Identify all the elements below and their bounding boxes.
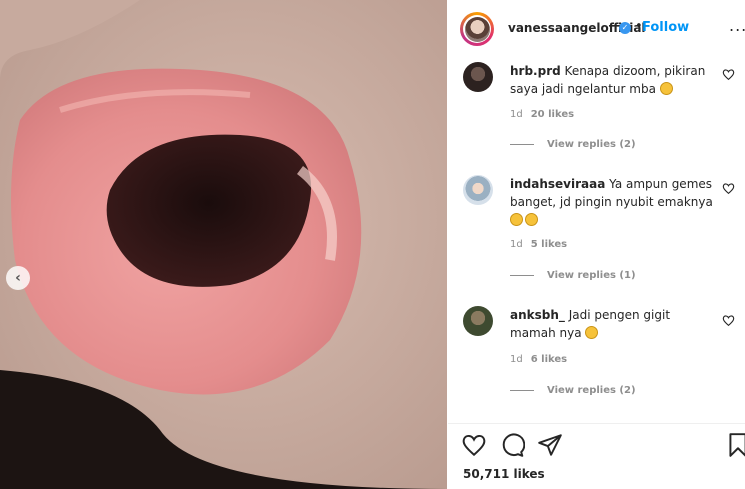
view-replies-button[interactable]: View replies (2) [510, 385, 636, 396]
comment-likes[interactable]: 5 likes [531, 239, 567, 250]
post-actions [448, 432, 745, 462]
post-image[interactable]: ‹ [0, 0, 447, 489]
comment-text-block: indahseviraaa Ya ampun gemes banget, jd … [510, 175, 715, 229]
chevron-left-icon: ‹ [15, 270, 21, 286]
heart-icon[interactable] [722, 182, 735, 195]
comment-meta: 1d 20 likes [510, 109, 574, 120]
avatar[interactable] [460, 12, 494, 46]
bookmark-icon[interactable] [725, 432, 745, 458]
previous-button[interactable]: ‹ [6, 266, 30, 290]
view-replies-button[interactable]: View replies (2) [510, 139, 636, 150]
divider [448, 423, 745, 424]
view-replies-button[interactable]: View replies (1) [510, 270, 636, 281]
view-replies-label: View replies (1) [547, 270, 636, 281]
post-likes-count[interactable]: 50,711 likes [463, 467, 545, 481]
comment-text-block: anksbh_ Jadi pengen gigit mamah nya [510, 306, 715, 342]
comment-text-block: hrb.prd Kenapa dizoom, pikiran saya jadi… [510, 62, 715, 98]
comment-likes[interactable]: 20 likes [531, 109, 574, 120]
comment-age: 1d [510, 239, 523, 250]
comment-likes[interactable]: 6 likes [531, 354, 567, 365]
post-header: vanessaangelofficial ✓ • Follow ... [448, 0, 745, 58]
comment-meta: 1d 5 likes [510, 239, 567, 250]
emoji-icon [525, 213, 538, 226]
emoji-icon [659, 82, 673, 95]
commenter-avatar[interactable] [463, 306, 493, 336]
comment-username[interactable]: hrb.prd [510, 64, 561, 78]
heart-icon[interactable] [722, 68, 735, 81]
heart-icon[interactable] [722, 314, 735, 327]
emoji-icon [510, 213, 523, 226]
comment-username[interactable]: indahseviraaa [510, 177, 605, 191]
comment-meta: 1d 6 likes [510, 354, 567, 365]
commenter-avatar[interactable] [463, 62, 493, 92]
comment-age: 1d [510, 354, 523, 365]
commenter-avatar[interactable] [463, 175, 493, 205]
emoji-icon [585, 326, 599, 339]
more-options-button[interactable]: ... [729, 16, 745, 35]
view-replies-label: View replies (2) [547, 139, 636, 150]
comment-icon[interactable] [499, 432, 525, 458]
comment-age: 1d [510, 109, 523, 120]
share-icon[interactable] [537, 432, 563, 458]
photo-lips [0, 0, 447, 489]
follow-button[interactable]: Follow [642, 20, 689, 35]
post-sidebar: vanessaangelofficial ✓ • Follow ... hrb.… [448, 0, 745, 489]
heart-icon[interactable] [461, 432, 487, 458]
comment-username[interactable]: anksbh_ [510, 308, 565, 322]
verified-icon: ✓ [619, 22, 631, 34]
view-replies-label: View replies (2) [547, 385, 636, 396]
